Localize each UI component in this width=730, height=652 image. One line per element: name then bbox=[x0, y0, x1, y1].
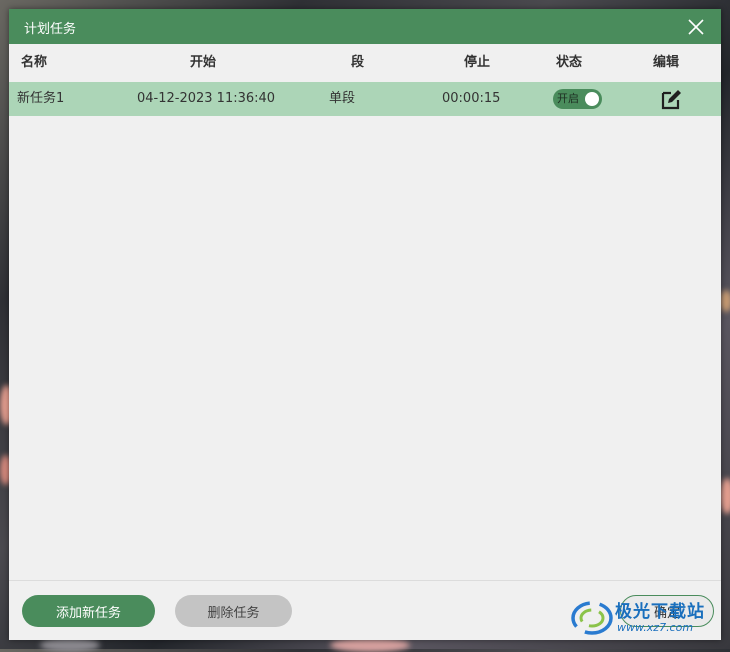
dialog-titlebar: 计划任务 bbox=[9, 9, 721, 44]
task-start-time: 04-12-2023 11:36:40 bbox=[137, 91, 276, 106]
edit-icon[interactable] bbox=[659, 87, 683, 111]
dialog-title: 计划任务 bbox=[24, 22, 77, 37]
task-segment: 单段 bbox=[329, 91, 356, 106]
close-icon[interactable] bbox=[685, 16, 707, 38]
watermark-url: www.xz7.com bbox=[617, 621, 694, 634]
table-header: 名称 开始 段 停止 状态 编辑 bbox=[9, 44, 721, 82]
add-task-button[interactable]: 添加新任务 bbox=[22, 595, 155, 627]
column-header-name: 名称 bbox=[21, 55, 48, 70]
delete-task-button[interactable]: 删除任务 bbox=[175, 595, 292, 627]
status-toggle-label: 开启 bbox=[557, 92, 579, 105]
column-header-start: 开始 bbox=[190, 55, 217, 70]
column-header-edit: 编辑 bbox=[653, 55, 680, 70]
column-header-status: 状态 bbox=[556, 55, 583, 70]
table-row[interactable]: 新任务1 04-12-2023 11:36:40 单段 00:00:15 开启 bbox=[9, 82, 721, 116]
task-name: 新任务1 bbox=[17, 91, 65, 106]
watermark: 极光下载站 www.xz7.com bbox=[570, 596, 720, 640]
watermark-brand: 极光下载站 bbox=[615, 602, 705, 622]
swirl-logo-icon bbox=[571, 601, 613, 635]
task-stop-time: 00:00:15 bbox=[442, 91, 501, 106]
column-header-segment: 段 bbox=[351, 55, 365, 70]
status-toggle[interactable]: 开启 bbox=[553, 89, 602, 109]
column-header-stop: 停止 bbox=[464, 55, 491, 70]
toggle-knob bbox=[585, 92, 599, 106]
scheduled-tasks-dialog: 计划任务 名称 开始 段 停止 状态 编辑 新任务1 04-12-2023 11… bbox=[9, 9, 721, 640]
